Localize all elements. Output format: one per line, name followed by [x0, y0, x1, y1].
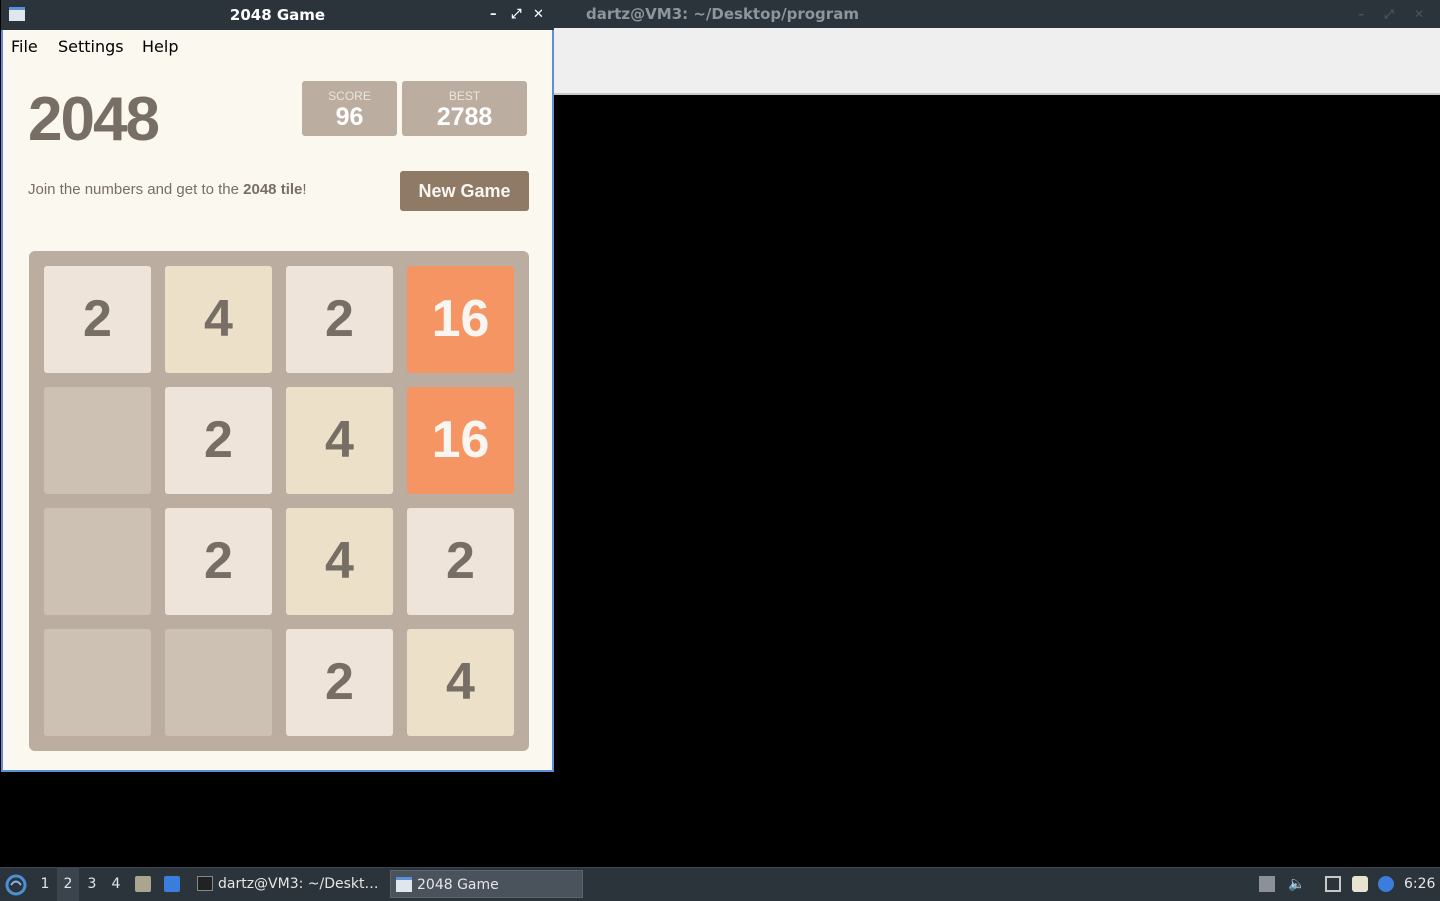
- tile-4: 4: [407, 629, 514, 736]
- workspace-2[interactable]: 2: [57, 868, 79, 901]
- terminal-title: dartz@VM3: ~/Desktop/program: [586, 5, 859, 23]
- minimize-icon[interactable]: –: [490, 0, 497, 30]
- menu-help[interactable]: Help: [142, 37, 178, 56]
- tile-2: 2: [44, 266, 151, 373]
- best-box: BEST 2788: [402, 81, 527, 136]
- terminal-toolbar: [554, 28, 1440, 95]
- game-logo: 2048: [28, 85, 160, 154]
- tile-2: 2: [286, 629, 393, 736]
- notification-icon[interactable]: [1378, 876, 1394, 892]
- menu-file[interactable]: File: [11, 37, 38, 56]
- maximize-icon[interactable]: ⤢: [511, 0, 521, 30]
- menu-settings[interactable]: Settings: [58, 37, 124, 56]
- network-icon[interactable]: [1325, 876, 1341, 892]
- score-label: SCORE: [328, 89, 371, 103]
- window-icon: [9, 7, 25, 21]
- tile-16: 16: [407, 387, 514, 494]
- workspace-4[interactable]: 4: [105, 868, 127, 901]
- tile-16: 16: [407, 266, 514, 373]
- task-2048-label: 2048 Game: [417, 877, 499, 893]
- new-game-button[interactable]: New Game: [400, 171, 529, 211]
- clock[interactable]: 6:26: [1404, 868, 1435, 901]
- score-value: 96: [335, 103, 364, 131]
- file-manager-icon[interactable]: [135, 876, 151, 892]
- score-box: SCORE 96: [302, 81, 397, 136]
- window-icon: [396, 877, 412, 892]
- empty-cell: [44, 508, 151, 615]
- tile-2: 2: [407, 508, 514, 615]
- clipboard-icon[interactable]: [1352, 876, 1368, 892]
- desktop-icon[interactable]: [164, 876, 180, 892]
- tile-2: 2: [286, 266, 393, 373]
- game-board[interactable]: 2 4 2 16 2 4 16 2 4 2 2 4: [29, 251, 529, 751]
- game-titlebar[interactable]: 2048 Game – ⤢ ✕: [1, 0, 554, 30]
- task-terminal[interactable]: dartz@VM3: ~/Deskt…: [192, 870, 382, 898]
- volume-icon[interactable]: 🔈: [1288, 876, 1305, 892]
- intro-prefix: Join the numbers and get to the: [28, 181, 244, 198]
- tile-2: 2: [165, 508, 272, 615]
- workspace-3[interactable]: 3: [81, 868, 103, 901]
- menubar: File Settings Help: [3, 30, 552, 62]
- workspace-1[interactable]: 1: [34, 868, 56, 901]
- task-2048[interactable]: 2048 Game: [390, 870, 583, 898]
- empty-cell: [44, 387, 151, 494]
- best-label: BEST: [448, 89, 481, 103]
- terminal-window-controls[interactable]: – ⤢ ✕: [1358, 0, 1432, 28]
- empty-cell: [165, 629, 272, 736]
- close-icon[interactable]: ✕: [533, 0, 544, 30]
- intro-suffix: !: [302, 181, 307, 198]
- tile-2: 2: [165, 387, 272, 494]
- tile-4: 4: [286, 508, 393, 615]
- taskbar: 1 2 3 4 dartz@VM3: ~/Deskt… 2048 Game 🔈 …: [0, 867, 1440, 901]
- terminal-titlebar[interactable]: dartz@VM3: ~/Desktop/program – ⤢ ✕: [554, 0, 1440, 28]
- start-menu-icon[interactable]: [5, 874, 27, 896]
- intro-text: Join the numbers and get to the 2048 til…: [28, 181, 307, 198]
- empty-cell: [44, 629, 151, 736]
- terminal-icon: [197, 876, 213, 891]
- best-value: 2788: [436, 103, 493, 131]
- game-window-title: 2048 Game: [229, 6, 326, 24]
- task-terminal-label: dartz@VM3: ~/Deskt…: [218, 876, 379, 892]
- game-window: 2048 Game – ⤢ ✕ File Settings Help 2048 …: [1, 0, 554, 772]
- tile-4: 4: [286, 387, 393, 494]
- intro-bold: 2048 tile: [243, 181, 303, 198]
- tile-4: 4: [165, 266, 272, 373]
- tray-updates-icon[interactable]: [1259, 876, 1275, 892]
- terminal-body[interactable]: [554, 95, 1440, 867]
